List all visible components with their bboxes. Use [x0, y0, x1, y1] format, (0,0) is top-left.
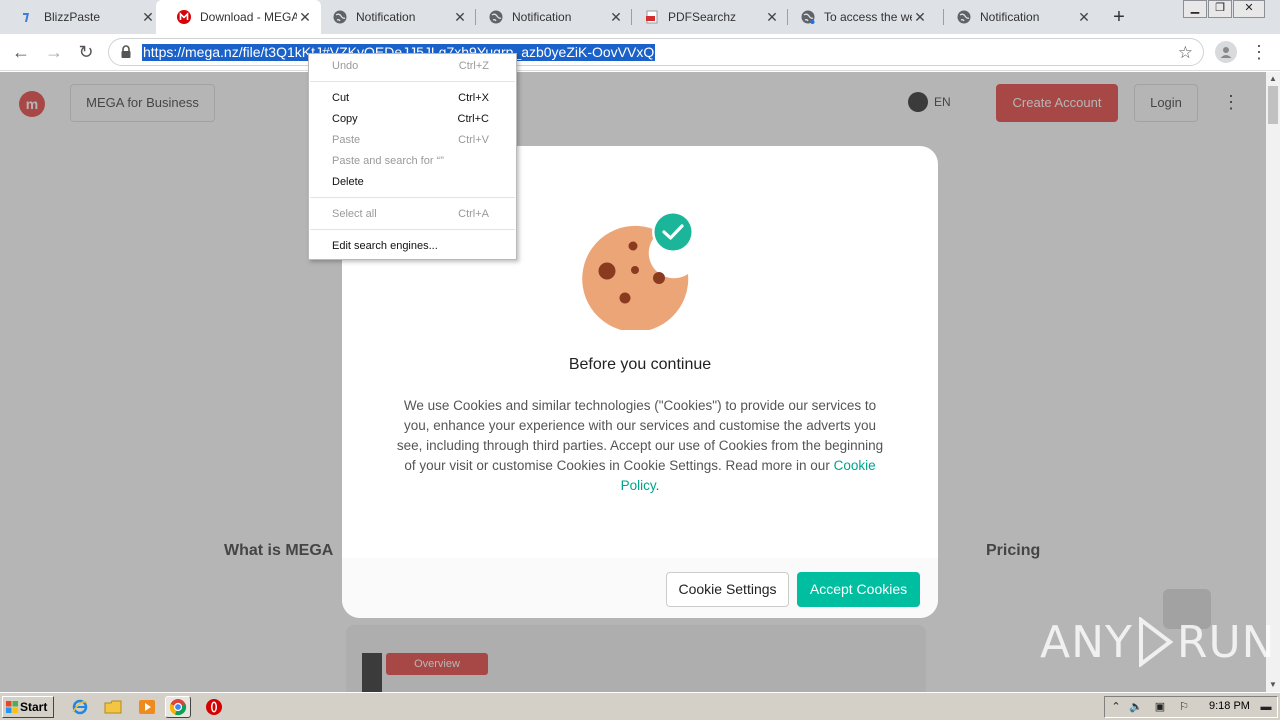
menu-item-paste-and-search[interactable]: Paste and search for “”	[309, 151, 516, 172]
dialog-body-end: .	[655, 478, 660, 493]
menu-separator	[310, 229, 515, 230]
scroll-up-icon[interactable]: ▲	[1266, 72, 1280, 86]
windows-taskbar: Start ⌃ 🔈 ▣ ⚐ 9:18 PM ▬	[0, 692, 1280, 720]
menu-item-shortcut: Ctrl+Z	[458, 60, 489, 72]
menu-item-shortcut: Ctrl+X	[458, 92, 489, 104]
tab-title: Notification	[512, 10, 572, 24]
tab-notification-3[interactable]: Notification ✕	[936, 0, 1100, 34]
dialog-title: Before you continue	[568, 356, 712, 373]
blizzpaste-icon	[20, 9, 36, 25]
action-center-flag-icon[interactable]: ⚐	[1177, 700, 1191, 714]
internet-explorer-icon[interactable]	[71, 698, 89, 716]
volume-icon[interactable]: 🔈	[1129, 700, 1143, 714]
media-player-icon[interactable]	[138, 698, 156, 716]
tab-title: Download - MEGA	[200, 10, 297, 24]
menu-item-label: Select all	[332, 208, 377, 220]
bookmark-star-icon[interactable]: ☆	[1178, 43, 1193, 63]
menu-item-edit-search-engines[interactable]: Edit search engines...	[309, 236, 516, 257]
close-icon[interactable]: ✕	[764, 9, 780, 25]
menu-item-shortcut: Ctrl+C	[457, 113, 489, 125]
menu-item-paste[interactable]: Paste Ctrl+V	[309, 130, 516, 151]
scroll-thumb[interactable]	[1268, 86, 1278, 124]
globe-icon	[800, 9, 816, 25]
clock[interactable]: 9:18 PM	[1209, 700, 1250, 712]
close-icon[interactable]: ✕	[297, 9, 313, 25]
mega-icon	[176, 9, 192, 25]
close-icon[interactable]: ✕	[912, 9, 928, 25]
play-icon	[1138, 617, 1173, 667]
tab-title: BlizzPaste	[44, 10, 101, 24]
close-icon[interactable]: ✕	[140, 9, 156, 25]
tab-blizzpaste[interactable]: BlizzPaste ✕	[0, 0, 164, 34]
chrome-menu-icon[interactable]: ⋮	[1250, 41, 1268, 63]
browser-toolbar: ← → ↻ https://mega.nz/file/t3Q1kKtJ#VZKy…	[0, 34, 1280, 71]
forward-arrow-icon[interactable]: →	[42, 40, 66, 64]
globe-icon	[332, 9, 348, 25]
lock-icon	[120, 45, 132, 59]
opera-icon[interactable]	[205, 698, 223, 716]
back-arrow-icon[interactable]: ←	[9, 40, 33, 64]
watermark-left: ANY	[1040, 616, 1133, 668]
new-tab-button[interactable]: +	[1108, 6, 1130, 28]
menu-item-undo[interactable]: Undo Ctrl+Z	[309, 56, 516, 77]
menu-separator	[310, 197, 515, 198]
menu-separator	[310, 81, 515, 82]
menu-item-label: Edit search engines...	[332, 240, 438, 252]
profile-avatar-icon[interactable]	[1215, 41, 1237, 63]
dialog-body-text: We use Cookies and similar technologies …	[396, 398, 884, 473]
tab-to-access-the-web[interactable]: To access the web ✕	[780, 0, 936, 34]
tab-pdfsearchz[interactable]: PDFSearchz ✕	[624, 0, 788, 34]
anyrun-watermark: ANY RUN	[1040, 612, 1276, 672]
tab-title: To access the web	[824, 10, 912, 24]
pdf-icon	[644, 9, 660, 25]
globe-icon	[488, 9, 504, 25]
tab-title: Notification	[356, 10, 416, 24]
tray-expand-icon[interactable]: ⌃	[1109, 700, 1123, 714]
cookie-settings-button[interactable]: Cookie Settings	[666, 572, 789, 607]
close-icon[interactable]: ✕	[1076, 9, 1092, 25]
accept-cookies-button[interactable]: Accept Cookies	[797, 572, 920, 607]
context-menu: Undo Ctrl+Z Cut Ctrl+X Copy Ctrl+C Paste…	[308, 53, 517, 260]
address-bar[interactable]: https://mega.nz/file/t3Q1kKtJ#VZKyQEDeJJ…	[108, 38, 1204, 66]
menu-item-label: Undo	[332, 60, 359, 72]
minimize-button[interactable]: ▁	[1183, 0, 1207, 18]
close-icon[interactable]: ✕	[452, 9, 468, 25]
restore-button[interactable]: ❐	[1208, 0, 1232, 18]
menu-item-label: Cut	[332, 92, 350, 104]
page-scrollbar[interactable]: ▲ ▼	[1266, 72, 1280, 692]
menu-item-shortcut: Ctrl+A	[458, 208, 489, 220]
reload-icon[interactable]: ↻	[74, 40, 98, 64]
menu-item-shortcut: Ctrl+V	[458, 134, 489, 146]
menu-item-label: Paste and search for “”	[332, 155, 444, 167]
tab-strip: BlizzPaste ✕ Download - MEGA ✕ Notificat…	[0, 0, 1280, 34]
tab-download-mega[interactable]: Download - MEGA ✕	[156, 0, 321, 34]
menu-item-select-all[interactable]: Select all Ctrl+A	[309, 204, 516, 225]
menu-item-label: Paste	[332, 134, 361, 146]
network-icon[interactable]: ▣	[1153, 700, 1167, 714]
menu-item-cut[interactable]: Cut Ctrl+X	[309, 88, 516, 109]
dialog-body: We use Cookies and similar technologies …	[396, 396, 884, 496]
chrome-taskbar-icon[interactable]	[165, 696, 191, 718]
menu-item-label: Copy	[332, 113, 358, 125]
tab-notification-2[interactable]: Notification ✕	[468, 0, 632, 34]
windows-logo-icon	[6, 701, 18, 713]
menu-item-delete[interactable]: Delete	[309, 172, 516, 193]
scroll-down-icon[interactable]: ▼	[1266, 678, 1280, 692]
tab-title: PDFSearchz	[668, 10, 737, 24]
menu-item-label: Delete	[332, 176, 364, 188]
show-desktop-icon[interactable]: ▬	[1259, 700, 1273, 714]
start-button[interactable]: Start	[2, 696, 54, 718]
file-explorer-icon[interactable]	[104, 698, 122, 716]
globe-icon	[956, 9, 972, 25]
watermark-right: RUN	[1176, 616, 1276, 668]
tab-title: Notification	[980, 10, 1040, 24]
close-icon[interactable]: ✕	[608, 9, 624, 25]
cookie-illustration-icon	[582, 211, 694, 330]
window-close-button[interactable]: ✕	[1233, 0, 1265, 18]
start-label: Start	[20, 700, 48, 714]
system-tray: ⌃ 🔈 ▣ ⚐ 9:18 PM ▬	[1104, 696, 1278, 718]
tab-notification-1[interactable]: Notification ✕	[312, 0, 476, 34]
menu-item-copy[interactable]: Copy Ctrl+C	[309, 109, 516, 130]
